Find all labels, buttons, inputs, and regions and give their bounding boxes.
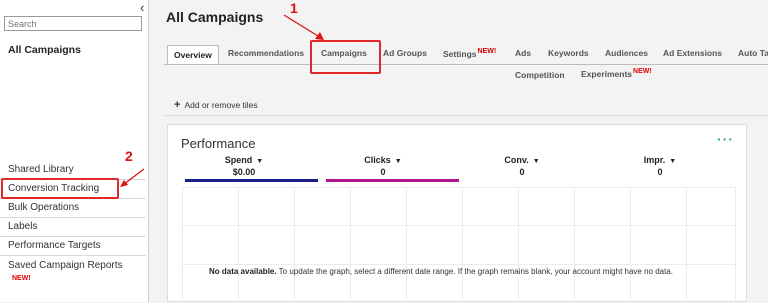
tab-divider <box>164 64 768 65</box>
gridline <box>350 187 351 303</box>
highlight-conversion-tracking <box>1 178 119 199</box>
tab-ad-groups[interactable]: Ad Groups <box>383 48 427 58</box>
metric-conversions[interactable]: Conv. ▼ 0 <box>454 155 590 177</box>
metric-value: $0.00 <box>232 167 256 177</box>
gridline <box>238 187 239 303</box>
tab-settings[interactable]: SettingsNEW! <box>443 48 496 59</box>
caret-down-icon: ▼ <box>256 158 264 165</box>
sidebar-item-saved-campaign-reports[interactable]: Saved Campaign Reports NEW! <box>0 256 146 289</box>
metric-spend[interactable]: Spend ▼ $0.00 <box>176 155 312 177</box>
sidebar-item-bulk-operations[interactable]: Bulk Operations <box>0 199 146 218</box>
gridline <box>294 187 295 303</box>
arrow-1-icon <box>283 14 324 40</box>
no-data-text: To update the graph, select a different … <box>278 267 673 276</box>
gridline <box>462 187 463 303</box>
plus-icon: + <box>174 99 181 111</box>
tab-competition[interactable]: Competition <box>515 70 565 80</box>
sidebar-title[interactable]: All Campaigns <box>8 44 81 56</box>
sidebar-item-label: Performance Targets <box>8 240 101 251</box>
metric-label: Impr. <box>643 155 666 165</box>
gridline <box>735 187 736 303</box>
no-data-title: No data available. <box>209 267 277 276</box>
gridline <box>182 264 736 265</box>
page-title: All Campaigns <box>166 9 264 25</box>
metric-clicks[interactable]: Clicks ▼ 0 <box>315 155 451 177</box>
tab-bar: Overview Recommendations Campaigns Ad Gr… <box>164 40 768 86</box>
gridline <box>182 225 736 226</box>
sidebar-item-label: Labels <box>8 221 38 232</box>
sidebar-item-label: Bulk Operations <box>8 202 80 213</box>
highlight-campaigns-tab <box>310 40 381 74</box>
no-data-message: No data available. To update the graph, … <box>209 267 673 276</box>
tab-label: Settings <box>443 48 477 59</box>
metric-value: 0 <box>519 167 525 177</box>
gridline <box>182 187 736 188</box>
tab-auto-targets[interactable]: Auto Ta <box>738 48 768 58</box>
chevron-left-icon[interactable]: ‹ <box>140 0 144 15</box>
add-tiles-label: Add or remove tiles <box>184 100 258 110</box>
tab-ad-extensions[interactable]: Ad Extensions <box>663 48 722 58</box>
metric-label: Spend <box>224 155 253 165</box>
add-tiles-link[interactable]: + Add or remove tiles <box>174 99 258 111</box>
metric-label: Clicks <box>364 155 391 165</box>
caret-down-icon: ▼ <box>394 158 402 165</box>
gridline <box>182 187 183 303</box>
sidebar-item-labels[interactable]: Labels <box>0 218 146 237</box>
gridline <box>406 187 407 303</box>
metric-bar-clicks <box>326 179 459 182</box>
metric-value: 0 <box>380 167 386 177</box>
caret-down-icon: ▼ <box>532 158 540 165</box>
gridline <box>518 187 519 303</box>
tab-label: Experiments <box>581 68 633 79</box>
chart-grid <box>182 187 736 303</box>
metric-bar-spend <box>185 179 318 182</box>
tab-experiments[interactable]: ExperimentsNEW! <box>581 68 652 79</box>
caret-down-icon: ▼ <box>669 158 677 165</box>
more-dots-icon[interactable]: ··· <box>717 131 734 147</box>
tab-keywords[interactable]: Keywords <box>548 48 589 58</box>
new-badge: NEW! <box>477 48 497 55</box>
gridline <box>574 187 575 303</box>
divider <box>164 115 768 116</box>
sidebar-item-performance-targets[interactable]: Performance Targets <box>0 237 146 256</box>
tab-ads[interactable]: Ads <box>515 48 531 58</box>
arrow-2-icon <box>120 168 145 187</box>
new-badge: NEW! <box>633 68 652 75</box>
search-input[interactable] <box>4 16 142 31</box>
sidebar-item-label: Shared Library <box>8 164 74 175</box>
tab-audiences[interactable]: Audiences <box>605 48 648 58</box>
tab-overview[interactable]: Overview <box>167 45 219 65</box>
metric-value: 0 <box>657 167 663 177</box>
gridline <box>630 187 631 303</box>
new-badge: NEW! <box>12 275 31 282</box>
tab-recommendations[interactable]: Recommendations <box>228 48 304 58</box>
performance-title: Performance <box>181 136 256 151</box>
metric-impressions[interactable]: Impr. ▼ 0 <box>592 155 728 177</box>
metric-label: Conv. <box>504 155 529 165</box>
step-2-label: 2 <box>125 148 133 164</box>
gridline <box>686 187 687 303</box>
sidebar-item-label: Saved Campaign Reports <box>8 260 123 271</box>
performance-card: Performance ··· Spend ▼ $0.00 Clicks ▼ 0 Con… <box>167 124 747 303</box>
